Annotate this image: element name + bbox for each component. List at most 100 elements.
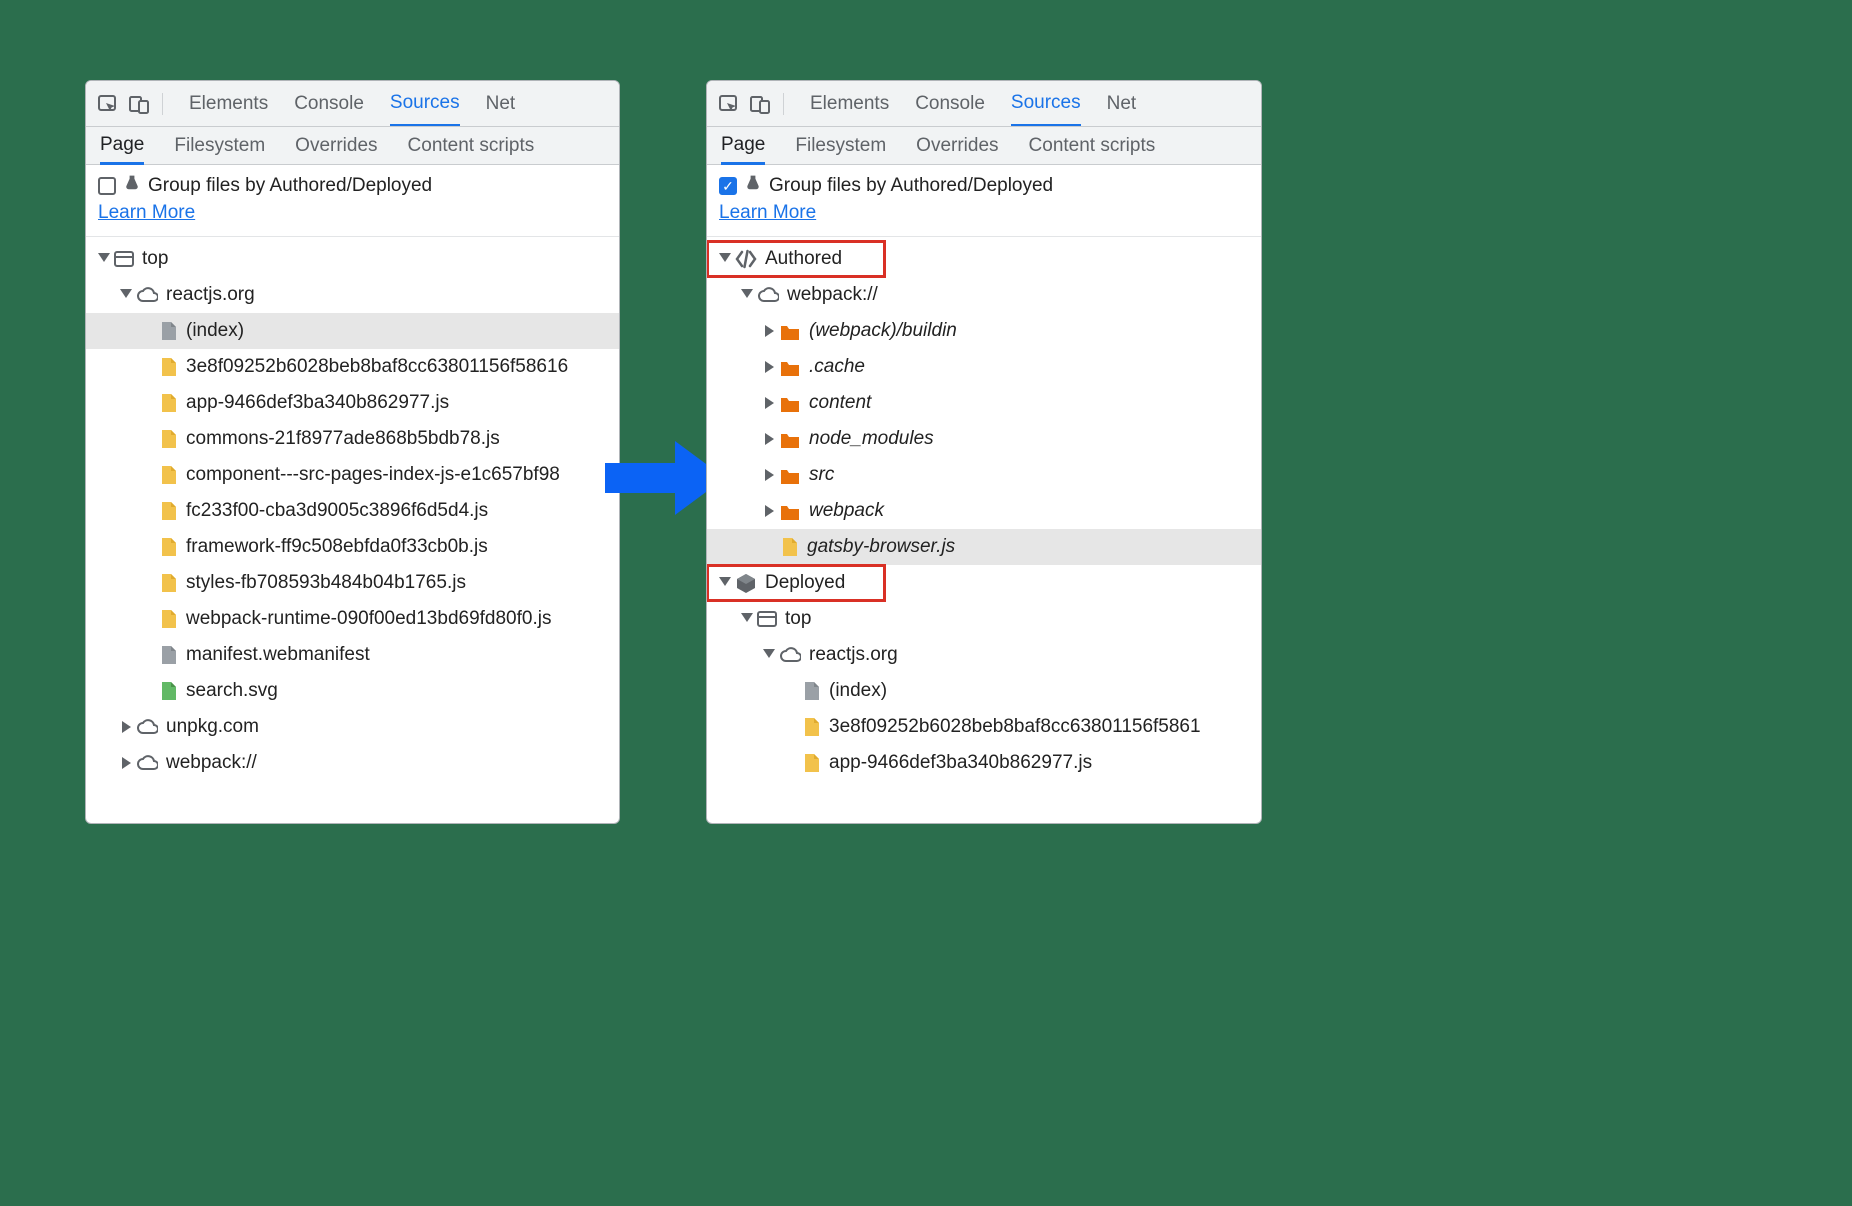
- subtab-overrides[interactable]: Overrides: [295, 127, 377, 164]
- group-files-checkbox[interactable]: [98, 177, 116, 195]
- tree-domain[interactable]: reactjs.org: [86, 277, 619, 313]
- tree-label: node_modules: [809, 428, 934, 450]
- tab-network-truncated[interactable]: Net: [1107, 81, 1137, 126]
- tree-file[interactable]: fc233f00-cba3d9005c3896f6d5d4.js: [86, 493, 619, 529]
- chevron-right-icon: [763, 397, 775, 409]
- file-icon: [158, 644, 178, 666]
- tree-file[interactable]: framework-ff9c508ebfda0f33cb0b.js: [86, 529, 619, 565]
- file-tree-grouped: Authored webpack:// (webpack)/buildin .c…: [707, 237, 1261, 791]
- inspect-icon[interactable]: [717, 93, 739, 115]
- chevron-right-icon: [120, 721, 132, 733]
- tree-label: component---src-pages-index-js-e1c657bf9…: [186, 464, 560, 486]
- chevron-right-icon: [120, 757, 132, 769]
- tree-folder[interactable]: (webpack)/buildin: [707, 313, 1261, 349]
- subtab-page[interactable]: Page: [721, 128, 765, 165]
- tree-folder[interactable]: src: [707, 457, 1261, 493]
- chevron-down-icon: [741, 613, 753, 625]
- devtools-topbar: Elements Console Sources Net: [707, 81, 1261, 127]
- chevron-right-icon: [763, 325, 775, 337]
- tree-file-svg[interactable]: search.svg: [86, 673, 619, 709]
- tree-file[interactable]: webpack-runtime-090f00ed13bd69fd80f0.js: [86, 601, 619, 637]
- subtab-content-scripts[interactable]: Content scripts: [1029, 127, 1156, 164]
- tree-folder[interactable]: webpack: [707, 493, 1261, 529]
- subtab-overrides[interactable]: Overrides: [916, 127, 998, 164]
- tree-file-manifest[interactable]: manifest.webmanifest: [86, 637, 619, 673]
- tree-folder[interactable]: .cache: [707, 349, 1261, 385]
- tree-label: styles-fb708593b484b04b1765.js: [186, 572, 466, 594]
- sources-subbar: Page Filesystem Overrides Content script…: [707, 127, 1261, 165]
- folder-icon: [779, 321, 801, 341]
- file-tree: top reactjs.org (index) 3e8f09252b6028be…: [86, 237, 619, 791]
- subtab-content-scripts[interactable]: Content scripts: [408, 127, 535, 164]
- file-icon: [158, 464, 178, 486]
- tree-label: webpack-runtime-090f00ed13bd69fd80f0.js: [186, 608, 551, 630]
- chevron-down-icon: [741, 289, 753, 301]
- subtab-filesystem[interactable]: Filesystem: [795, 127, 886, 164]
- tree-label: manifest.webmanifest: [186, 644, 370, 666]
- tab-elements[interactable]: Elements: [810, 81, 889, 126]
- tree-label: Authored: [765, 248, 842, 270]
- folder-icon: [779, 501, 801, 521]
- tree-top[interactable]: top: [86, 241, 619, 277]
- cloud-icon: [779, 645, 801, 665]
- file-icon: [801, 716, 821, 738]
- tree-file-index[interactable]: (index): [707, 673, 1261, 709]
- chevron-down-icon: [719, 253, 731, 265]
- subtab-filesystem[interactable]: Filesystem: [174, 127, 265, 164]
- tree-label: commons-21f8977ade868b5bdb78.js: [186, 428, 500, 450]
- tree-file-index[interactable]: (index): [86, 313, 619, 349]
- window-icon: [757, 609, 777, 629]
- file-icon: [801, 680, 821, 702]
- group-files-checkbox[interactable]: ✓: [719, 177, 737, 195]
- learn-more-link[interactable]: Learn More: [719, 202, 816, 223]
- tab-sources[interactable]: Sources: [1011, 82, 1081, 127]
- tree-label: search.svg: [186, 680, 278, 702]
- file-icon: [779, 536, 799, 558]
- tab-network-truncated[interactable]: Net: [486, 81, 516, 126]
- separator: [783, 93, 784, 115]
- tree-file[interactable]: styles-fb708593b484b04b1765.js: [86, 565, 619, 601]
- chevron-right-icon: [763, 469, 775, 481]
- tree-file-gatsby[interactable]: gatsby-browser.js: [707, 529, 1261, 565]
- tree-label: .cache: [809, 356, 865, 378]
- flask-icon: [745, 173, 761, 200]
- tree-file[interactable]: commons-21f8977ade868b5bdb78.js: [86, 421, 619, 457]
- tab-sources[interactable]: Sources: [390, 82, 460, 127]
- device-toggle-icon[interactable]: [749, 93, 771, 115]
- group-files-label: Group files by Authored/Deployed: [769, 173, 1053, 200]
- devtools-panel-ungrouped: Elements Console Sources Net Page Filesy…: [85, 80, 620, 824]
- tree-file[interactable]: 3e8f09252b6028beb8baf8cc63801156f58616: [86, 349, 619, 385]
- tab-console[interactable]: Console: [915, 81, 985, 126]
- tree-webpack[interactable]: webpack://: [707, 277, 1261, 313]
- tree-domain[interactable]: reactjs.org: [707, 637, 1261, 673]
- tree-top[interactable]: top: [707, 601, 1261, 637]
- flask-icon: [124, 173, 140, 200]
- tree-file[interactable]: component---src-pages-index-js-e1c657bf9…: [86, 457, 619, 493]
- tree-domain-webpack[interactable]: webpack://: [86, 745, 619, 781]
- code-icon: [735, 248, 757, 270]
- tree-label: reactjs.org: [809, 644, 898, 666]
- group-deployed[interactable]: Deployed: [707, 565, 885, 601]
- tree-file[interactable]: 3e8f09252b6028beb8baf8cc63801156f5861: [707, 709, 1261, 745]
- sources-subbar: Page Filesystem Overrides Content script…: [86, 127, 619, 165]
- tree-file[interactable]: app-9466def3ba340b862977.js: [86, 385, 619, 421]
- subtab-page[interactable]: Page: [100, 128, 144, 165]
- tree-label: unpkg.com: [166, 716, 259, 738]
- tab-elements[interactable]: Elements: [189, 81, 268, 126]
- group-files-label: Group files by Authored/Deployed: [148, 173, 432, 200]
- learn-more-link[interactable]: Learn More: [98, 202, 195, 223]
- tree-label: top: [142, 248, 168, 270]
- tree-label: fc233f00-cba3d9005c3896f6d5d4.js: [186, 500, 488, 522]
- folder-icon: [779, 357, 801, 377]
- devtools-topbar: Elements Console Sources Net: [86, 81, 619, 127]
- inspect-icon[interactable]: [96, 93, 118, 115]
- chevron-right-icon: [763, 361, 775, 373]
- tree-folder[interactable]: node_modules: [707, 421, 1261, 457]
- device-toggle-icon[interactable]: [128, 93, 150, 115]
- tree-folder[interactable]: content: [707, 385, 1261, 421]
- tree-file[interactable]: app-9466def3ba340b862977.js: [707, 745, 1261, 781]
- tree-label: app-9466def3ba340b862977.js: [186, 392, 449, 414]
- group-authored[interactable]: Authored: [707, 241, 885, 277]
- tree-domain-unpkg[interactable]: unpkg.com: [86, 709, 619, 745]
- tab-console[interactable]: Console: [294, 81, 364, 126]
